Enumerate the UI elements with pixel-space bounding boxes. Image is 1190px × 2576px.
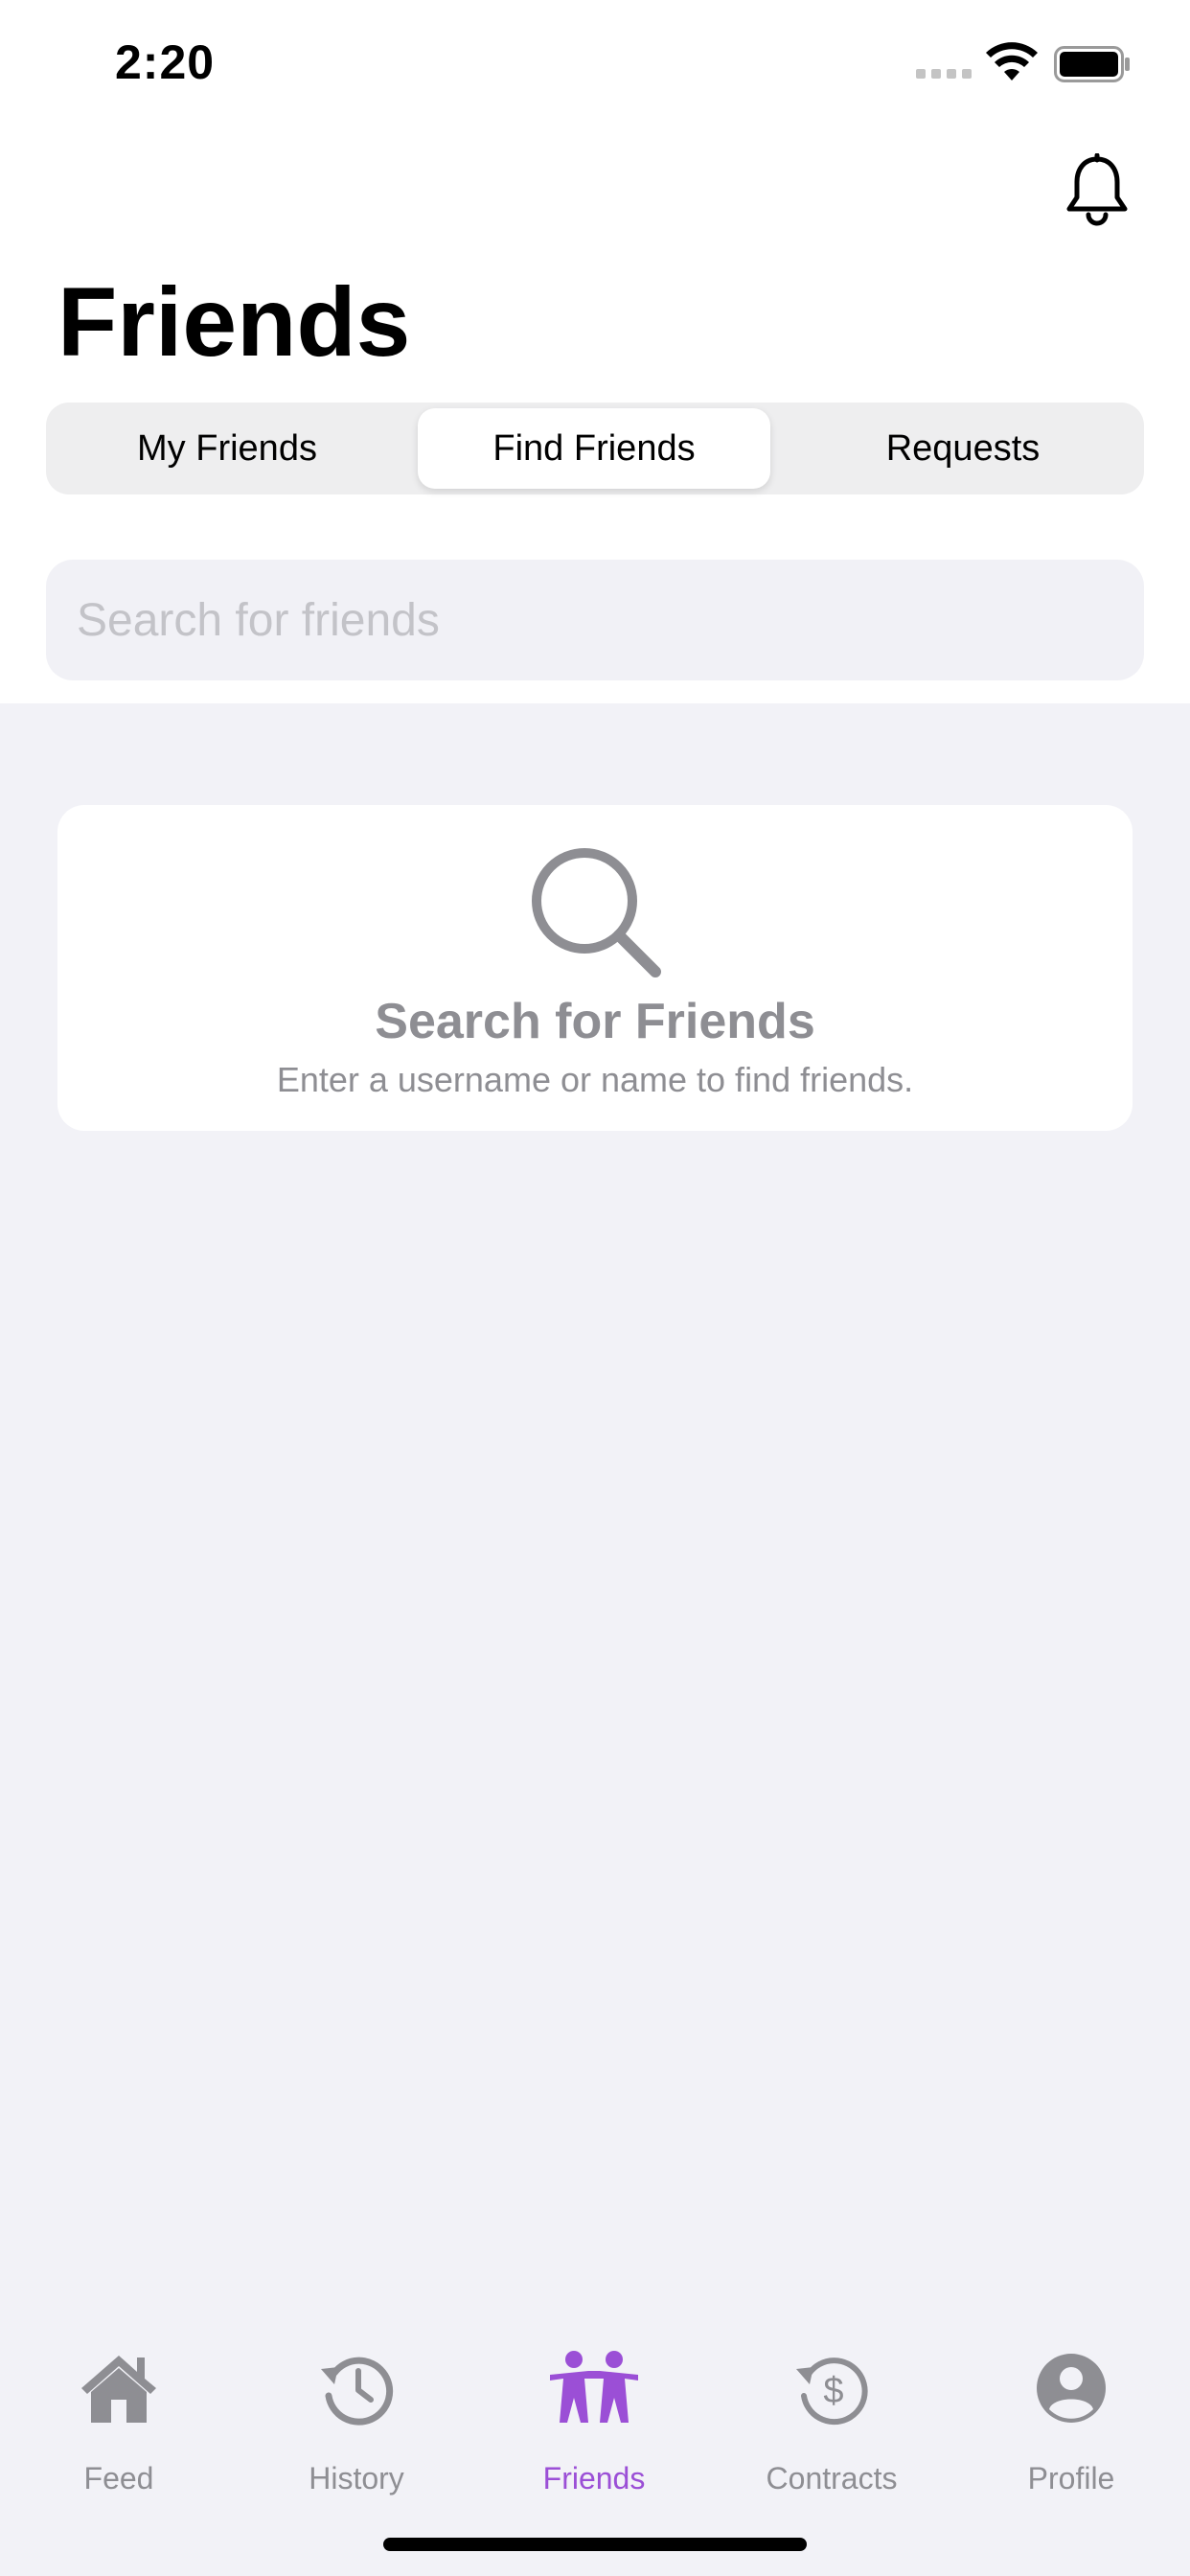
tab-feed[interactable]: Feed <box>0 2350 238 2503</box>
page-title: Friends <box>57 267 411 377</box>
history-icon <box>321 2357 394 2426</box>
tab-label-contracts: Contracts <box>766 2461 898 2496</box>
search-icon <box>532 848 661 978</box>
friends-screen: 2:20 Friends My Friends Find Friends Req… <box>0 0 1190 2576</box>
battery-icon <box>1054 46 1130 82</box>
tab-label-feed: Feed <box>83 2461 154 2496</box>
wifi-icon <box>986 42 1038 80</box>
contracts-icon: $ <box>796 2358 868 2426</box>
tab-label-profile: Profile <box>1027 2461 1115 2496</box>
segmented-control: My Friends Find Friends Requests <box>46 402 1144 494</box>
signal-icon <box>916 69 972 79</box>
segment-my-friends[interactable]: My Friends <box>52 408 402 489</box>
bell-icon[interactable] <box>1064 153 1131 226</box>
tab-friends[interactable]: Friends <box>475 2350 713 2503</box>
home-icon <box>81 2356 156 2423</box>
tab-label-friends: Friends <box>542 2461 646 2496</box>
tab-contracts[interactable]: $ Contracts <box>713 2350 950 2503</box>
profile-icon <box>1037 2354 1106 2423</box>
segment-find-friends[interactable]: Find Friends <box>418 408 770 489</box>
tab-history[interactable]: History <box>238 2350 475 2503</box>
svg-text:$: $ <box>823 2371 843 2411</box>
friends-icon <box>550 2351 638 2423</box>
tab-profile[interactable]: Profile <box>952 2350 1190 2503</box>
search-input[interactable] <box>46 560 1144 680</box>
home-indicator <box>383 2538 807 2551</box>
top-area: 2:20 Friends My Friends Find Friends Req… <box>0 0 1190 703</box>
empty-state-subtitle: Enter a username or name to find friends… <box>276 1060 914 1099</box>
empty-state-card: Search for Friends Enter a username or n… <box>57 805 1133 1131</box>
tab-label-history: History <box>309 2461 404 2496</box>
segment-requests[interactable]: Requests <box>788 408 1138 489</box>
status-time: 2:20 <box>115 35 216 89</box>
empty-state-title: Search for Friends <box>375 994 815 1049</box>
